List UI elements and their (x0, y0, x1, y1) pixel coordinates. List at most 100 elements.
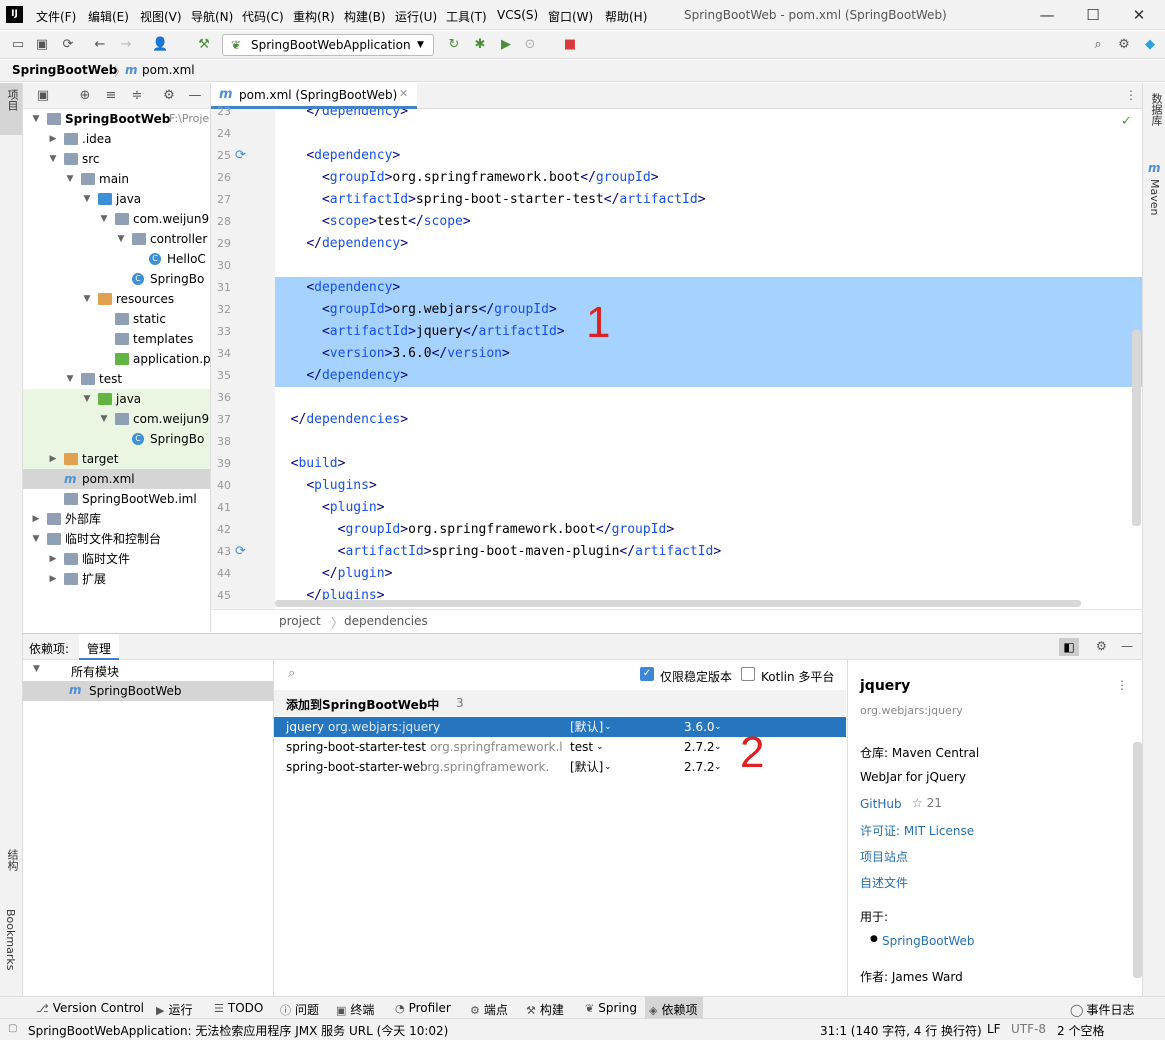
menu-item[interactable]: 运行(U) (395, 8, 437, 25)
breadcrumb-file[interactable]: pom.xml (142, 63, 195, 77)
scope-select[interactable]: test (570, 737, 593, 757)
sync-icon[interactable]: ⟳ (60, 37, 76, 53)
project-site-link[interactable]: 项目站点 (860, 848, 908, 865)
menu-item[interactable]: 导航(N) (191, 8, 233, 25)
chevron-down-icon[interactable]: ▼ (65, 369, 75, 389)
tree-item[interactable]: ▼ java (23, 389, 210, 409)
menu-item[interactable]: 帮助(H) (605, 8, 647, 25)
tool-endpoints-button[interactable]: ⚙ 端点 (470, 1001, 508, 1018)
tree-item[interactable]: SpringBootWeb.iml (23, 489, 210, 509)
profile-icon[interactable]: ⊙ (522, 37, 538, 53)
tree-item[interactable]: ▶ .idea (23, 129, 210, 149)
expand-all-icon[interactable]: ≡ (103, 88, 119, 104)
version-select[interactable]: 2.7.2 (684, 737, 715, 757)
tool-event-log-button[interactable]: ◯ 事件日志 (1070, 1001, 1134, 1018)
chevron-right-icon[interactable]: ▶ (48, 129, 58, 149)
detail-scrollbar[interactable] (1133, 742, 1142, 978)
collapse-all-icon[interactable]: ≑ (129, 88, 145, 104)
tree-item[interactable]: ▶ 扩展 (23, 569, 210, 589)
menu-item[interactable]: 编辑(E) (88, 8, 129, 25)
editor-hscrollbar[interactable] (275, 600, 1081, 607)
menu-item[interactable]: 视图(V) (140, 8, 182, 25)
menu-item[interactable]: 窗口(W) (548, 8, 593, 25)
close-icon[interactable]: ✕ (1119, 4, 1159, 26)
more-options-icon[interactable]: ⋮ (1125, 88, 1137, 102)
panel-settings-icon[interactable]: ⚙ (161, 88, 177, 104)
menu-item[interactable]: 重构(R) (293, 8, 335, 25)
tree-item[interactable]: ▼ java (23, 189, 210, 209)
code-editor[interactable]: </dependency> <dependency> <groupId>org.… (275, 109, 1142, 609)
chevron-right-icon[interactable]: ▶ (48, 449, 58, 469)
github-link[interactable]: GitHub (860, 797, 902, 811)
caret-position[interactable]: 31:1 (140 字符, 4 行 换行符) (820, 1022, 982, 1039)
user-icon[interactable]: 👤 (152, 37, 168, 53)
chevron-down-icon[interactable]: ▼ (82, 189, 92, 209)
minimize-icon[interactable]: — (1027, 4, 1067, 26)
menu-item[interactable]: VCS(S) (497, 8, 538, 22)
tree-item[interactable]: ▼ SpringBootWeb F:\Proje (23, 109, 210, 129)
hide-panel-icon[interactable]: — (1121, 639, 1133, 653)
run-gutter-icon[interactable]: ⟳ (235, 544, 246, 559)
chevron-down-icon[interactable]: ▼ (82, 289, 92, 309)
tree-item[interactable]: ▼ src (23, 149, 210, 169)
search-input[interactable] (302, 664, 622, 682)
menu-item[interactable]: 代码(C) (242, 8, 284, 25)
tree-item[interactable]: ▼ main (23, 169, 210, 189)
chevron-down-icon[interactable]: ▼ (31, 529, 41, 549)
readme-link[interactable]: 自述文件 (860, 874, 908, 891)
tree-item[interactable]: ▼ resources (23, 289, 210, 309)
chevron-down-icon[interactable]: ▼ (65, 169, 75, 189)
stable-only-checkbox[interactable]: ✓ (640, 667, 654, 681)
tree-item[interactable]: ▶ 外部库 (23, 509, 210, 529)
locate-icon[interactable]: ⊕ (77, 88, 93, 104)
close-tab-icon[interactable]: ✕ (399, 87, 408, 100)
layout-toggle-icon[interactable]: ◧ (1059, 638, 1079, 656)
run-configuration-select[interactable]: ❦ SpringBootWebApplication ▼ (222, 34, 434, 56)
chevron-down-icon[interactable]: ▼ (116, 229, 126, 249)
tab-manage[interactable]: 管理 (79, 634, 120, 660)
panel-settings-icon[interactable]: ⚙ (1096, 639, 1107, 653)
tree-item[interactable]: ▶ target (23, 449, 210, 469)
version-select[interactable]: 3.6.0 (684, 717, 715, 737)
chevron-down-icon[interactable]: ▼ (82, 389, 92, 409)
build-hammer-icon[interactable]: ⚒ (196, 37, 212, 53)
tree-item[interactable]: m pom.xml (23, 469, 210, 489)
tree-item[interactable]: ▼ com.weijun9 (23, 409, 210, 429)
scope-select[interactable]: [默认] (570, 757, 603, 777)
kotlin-multiplatform-checkbox[interactable] (741, 667, 755, 681)
breadcrumb-project[interactable]: SpringBootWeb (12, 63, 117, 77)
tree-item[interactable]: templates (23, 329, 210, 349)
tool-dependencies-button[interactable]: ◈ 依赖项 (645, 997, 704, 1018)
bookmarks-tool-button[interactable]: Bookmarks (4, 909, 17, 970)
editor-crumb-project[interactable]: project (279, 614, 321, 628)
stop-icon[interactable]: ■ (562, 37, 578, 53)
tab-dependencies[interactable]: 依赖项: (29, 640, 69, 657)
menu-item[interactable]: 工具(T) (446, 8, 487, 25)
forward-icon[interactable]: → (118, 37, 134, 53)
structure-tool-button[interactable]: 结构 (4, 849, 20, 871)
debug-icon[interactable]: ✱ (472, 37, 488, 53)
toggle-panels-icon[interactable]: ▢ (8, 1023, 17, 1034)
coverage-icon[interactable]: ▶ (498, 37, 514, 53)
tree-item[interactable]: ▼ test (23, 369, 210, 389)
tool-todo-button[interactable]: ☰ TODO (214, 1001, 263, 1015)
save-icon[interactable]: ▣ (34, 37, 50, 53)
menu-item[interactable]: 文件(F) (36, 8, 76, 25)
tool-build-button[interactable]: ⚒ 构建 (526, 1001, 564, 1018)
maven-tool-button[interactable]: Maven (1148, 179, 1161, 215)
chevron-right-icon[interactable]: ▶ (31, 509, 41, 529)
chevron-down-icon[interactable]: ▼ (31, 109, 41, 129)
chevron-down-icon[interactable]: ▼ (99, 409, 109, 429)
tree-item[interactable]: C HelloC (23, 249, 210, 269)
line-separator[interactable]: LF (987, 1022, 1001, 1036)
file-encoding[interactable]: UTF-8 (1011, 1022, 1046, 1036)
layout-icon[interactable]: ▣ (35, 88, 51, 104)
editor-crumb-dependencies[interactable]: dependencies (344, 614, 428, 628)
maximize-icon[interactable]: ☐ (1073, 4, 1113, 26)
database-tool-button[interactable]: 数据库 (1148, 93, 1164, 126)
tree-item[interactable]: ▼ controller (23, 229, 210, 249)
chevron-right-icon[interactable]: ▶ (48, 569, 58, 589)
tree-item[interactable]: C SpringBo (23, 269, 210, 289)
tree-item[interactable]: application.p (23, 349, 210, 369)
chevron-right-icon[interactable]: ▶ (48, 549, 58, 569)
